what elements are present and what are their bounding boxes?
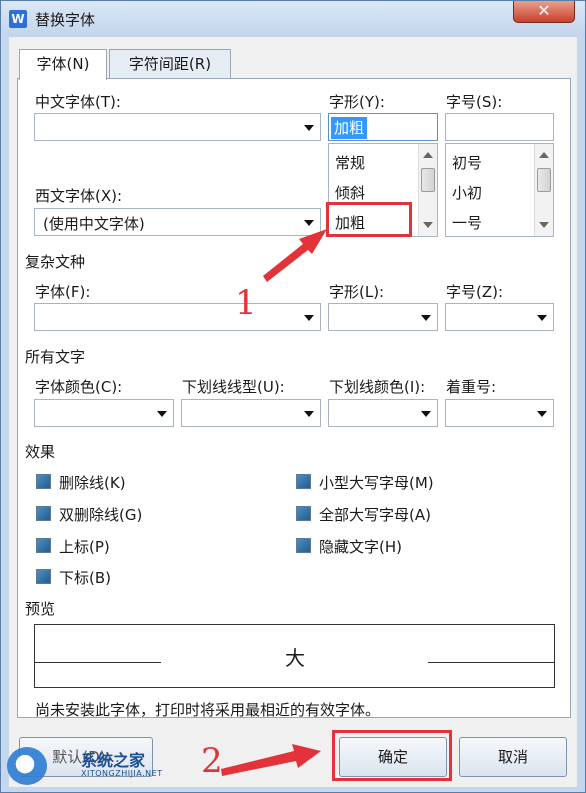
watermark-site-name: 系统之家: [81, 751, 146, 770]
site-watermark: 系统之家 XITONGZHIJIA.NET: [3, 741, 173, 791]
replace-font-dialog: W 替换字体 ✕ 字体(N) 字符间距(R) 中文字体(T): 字形(Y): 加…: [0, 0, 586, 793]
annotation-arrow-2: [221, 744, 321, 776]
tab-font[interactable]: 字体(N): [19, 49, 107, 80]
annotation-arrows: [221, 229, 327, 776]
annotation-arrow-1: [263, 229, 327, 282]
watermark-site-url: XITONGZHIJIA.NET: [81, 769, 163, 778]
site-logo-icon: [7, 747, 47, 785]
